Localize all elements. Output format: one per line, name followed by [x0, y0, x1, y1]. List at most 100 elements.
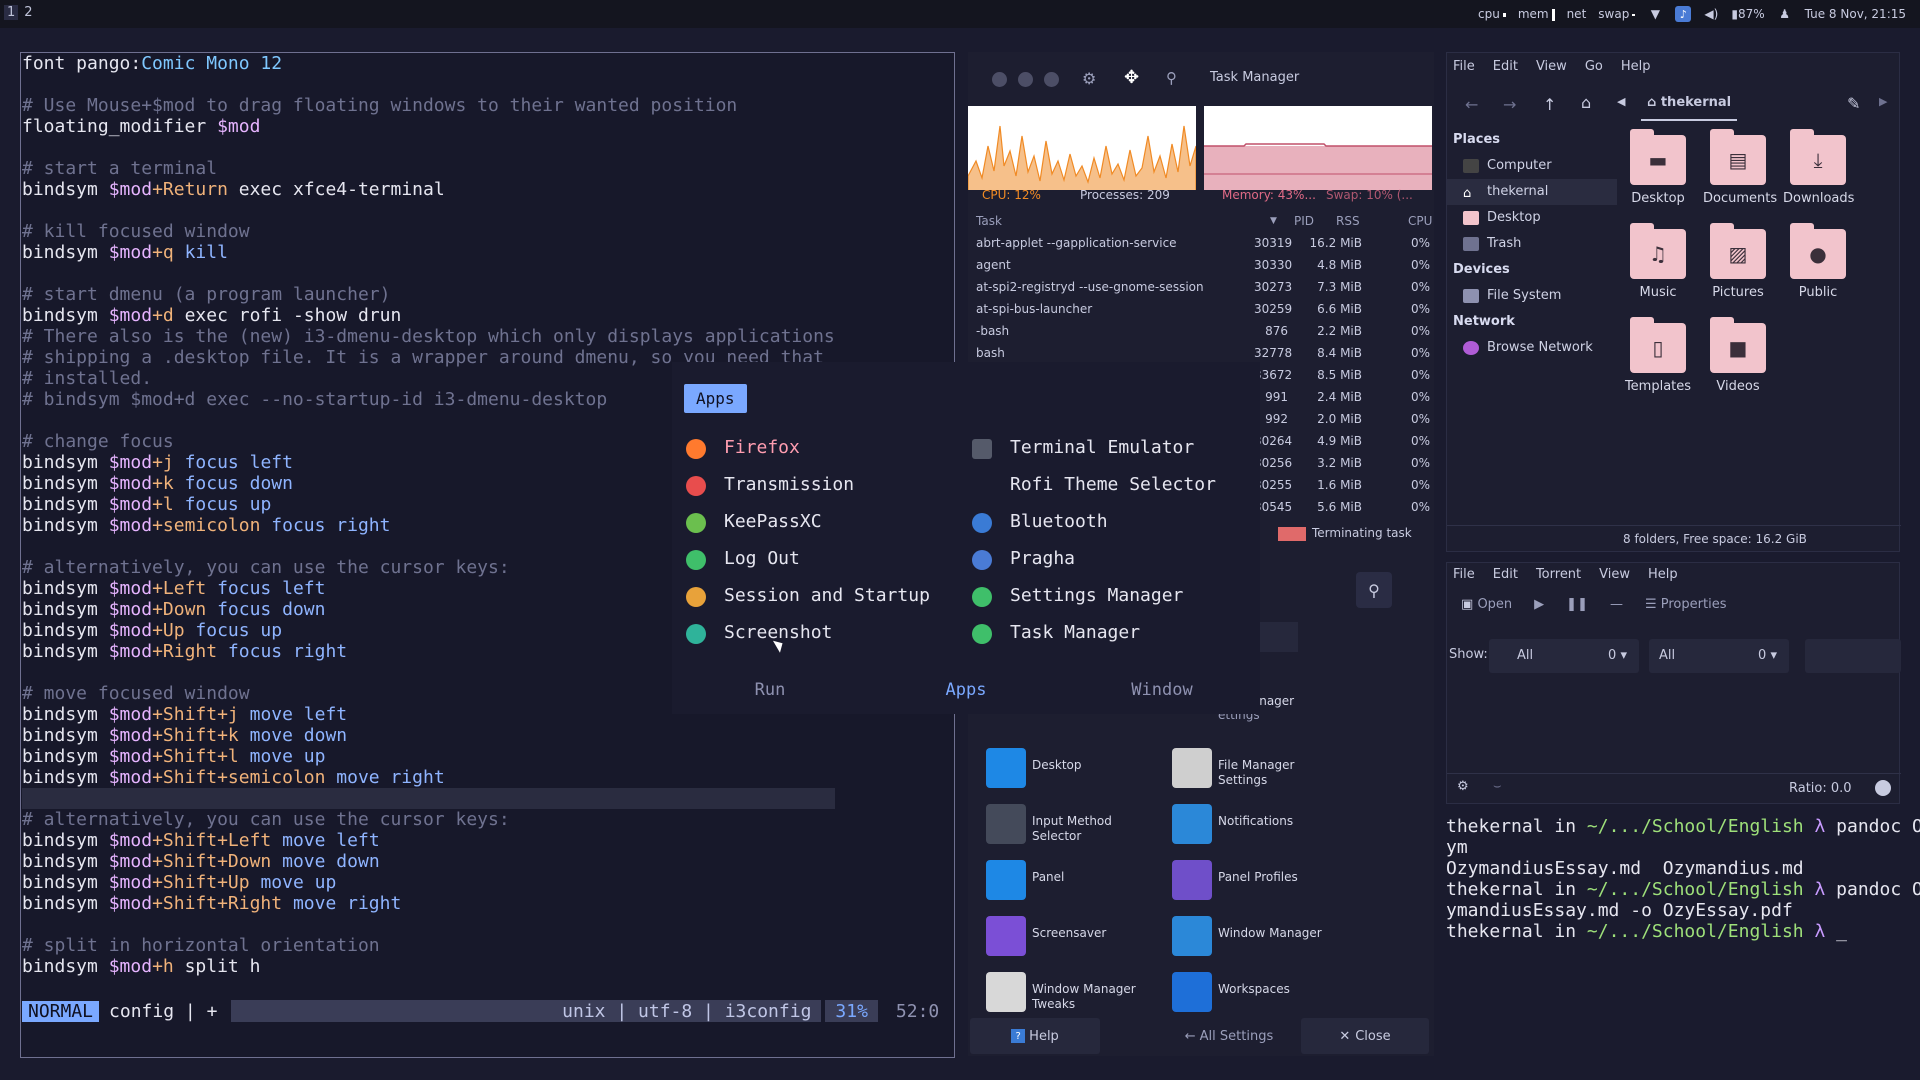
- settings-filter-field[interactable]: [1258, 622, 1298, 652]
- folder-item[interactable]: ● Public: [1783, 223, 1853, 300]
- menu-file[interactable]: File: [1453, 59, 1475, 74]
- up-icon[interactable]: ↑: [1543, 95, 1556, 114]
- setting-label[interactable]: Window Manager Tweaks: [1032, 982, 1152, 1012]
- code-line[interactable]: bindsym $mod+Shift+Down move down: [22, 851, 835, 872]
- folder-item[interactable]: ▨ Pictures: [1703, 223, 1773, 300]
- help-button[interactable]: ? Help: [970, 1018, 1100, 1054]
- activity-filter-select[interactable]: All 0 ▾: [1489, 639, 1639, 673]
- column-rss[interactable]: RSS: [1336, 210, 1360, 232]
- column-pid[interactable]: PID: [1294, 210, 1314, 232]
- code-line[interactable]: bindsym $mod+q kill: [22, 242, 835, 263]
- window-maximize-dot[interactable]: [1044, 72, 1059, 87]
- rofi-entry[interactable]: Firefox: [686, 434, 800, 462]
- code-line[interactable]: bindsym $mod+Shift+l move up: [22, 746, 835, 767]
- all-settings-button[interactable]: ← All Settings: [1164, 1018, 1294, 1054]
- rofi-entry[interactable]: Session and Startup: [686, 582, 930, 610]
- back-icon[interactable]: ←: [1465, 95, 1478, 114]
- play-icon[interactable]: ▶: [1534, 597, 1544, 612]
- process-row[interactable]: at-spi2-registryd --use-gnome-session 302…: [968, 276, 1434, 298]
- shell-terminal[interactable]: thekernal in ~/.../School/English λ pand…: [1446, 816, 1920, 1056]
- menu-file[interactable]: File: [1453, 567, 1475, 582]
- folder-item[interactable]: ■ Videos: [1703, 317, 1773, 394]
- code-line[interactable]: # start a terminal: [22, 158, 835, 179]
- setting-icon[interactable]: [986, 804, 1026, 844]
- code-line[interactable]: [22, 74, 835, 95]
- window-minimize-dot[interactable]: [1018, 72, 1033, 87]
- sort-arrow-icon[interactable]: ▼: [1270, 210, 1277, 232]
- setting-icon[interactable]: [986, 748, 1026, 788]
- code-line[interactable]: bindsym $mod+Shift+k move down: [22, 725, 835, 746]
- setting-icon[interactable]: [1172, 972, 1212, 1012]
- workspace-2[interactable]: 2: [24, 5, 32, 20]
- menu-help[interactable]: Help: [1621, 59, 1651, 74]
- ratio-icon[interactable]: [1875, 780, 1891, 796]
- code-line[interactable]: bindsym $mod+Shift+Up move up: [22, 872, 835, 893]
- mode-window[interactable]: Window: [1064, 680, 1260, 700]
- setting-icon[interactable]: [986, 916, 1026, 956]
- code-line[interactable]: # split in horizontal orientation: [22, 935, 835, 956]
- open-button[interactable]: ▣ Open: [1461, 597, 1512, 612]
- volume-icon[interactable]: ◀): [1703, 6, 1719, 22]
- home-icon[interactable]: ⌂: [1581, 93, 1591, 112]
- code-line[interactable]: bindsym $mod+d exec rofi -show drun: [22, 305, 835, 326]
- code-line[interactable]: bindsym $mod+Shift+semicolon move right: [22, 767, 835, 788]
- crosshair-icon[interactable]: ✥: [1124, 67, 1139, 88]
- network-browse[interactable]: Browse Network: [1447, 335, 1617, 361]
- code-line[interactable]: [22, 788, 835, 809]
- setting-icon[interactable]: [1172, 860, 1212, 900]
- place-computer[interactable]: Computer: [1447, 153, 1617, 179]
- rofi-entry[interactable]: Pragha: [972, 545, 1075, 573]
- process-row[interactable]: abrt-applet --gapplication-service 30319 1…: [968, 232, 1434, 254]
- search-icon[interactable]: ⚲: [1166, 69, 1177, 87]
- code-line[interactable]: [22, 914, 835, 935]
- menu-edit[interactable]: Edit: [1493, 567, 1518, 582]
- pause-icon[interactable]: ❚❚: [1566, 597, 1588, 612]
- setting-label[interactable]: File Manager Settings: [1218, 758, 1338, 788]
- rofi-entry[interactable]: Rofi Theme Selector: [972, 471, 1216, 499]
- path-button-home[interactable]: ⌂ thekernal: [1641, 91, 1738, 121]
- rofi-entry[interactable]: Settings Manager: [972, 582, 1183, 610]
- mode-apps[interactable]: Apps: [868, 680, 1064, 700]
- setting-label[interactable]: Screensaver: [1032, 926, 1152, 941]
- menu-torrent[interactable]: Torrent: [1536, 567, 1581, 582]
- code-line[interactable]: [22, 137, 835, 158]
- setting-label[interactable]: Panel Profiles: [1218, 870, 1338, 885]
- close-button[interactable]: ✕ Close: [1301, 1018, 1429, 1054]
- forward-icon[interactable]: →: [1503, 95, 1516, 114]
- folder-item[interactable]: ⤓ Downloads: [1783, 129, 1854, 206]
- gear-icon[interactable]: ⚙: [1082, 69, 1096, 88]
- clock[interactable]: Tue 8 Nov, 21:15: [1805, 7, 1906, 21]
- setting-icon[interactable]: [1172, 748, 1212, 788]
- workspace-1[interactable]: 1: [4, 5, 19, 20]
- window-close-dot[interactable]: [992, 72, 1007, 87]
- tracker-filter-select[interactable]: All 0 ▾: [1649, 639, 1789, 673]
- code-line[interactable]: [22, 200, 835, 221]
- gear-icon[interactable]: ⚙: [1457, 779, 1469, 794]
- setting-label[interactable]: Workspaces: [1218, 982, 1338, 997]
- path-left-icon[interactable]: ◀: [1617, 95, 1625, 108]
- menu-edit[interactable]: Edit: [1493, 59, 1518, 74]
- rofi-entry[interactable]: Bluetooth: [972, 508, 1108, 536]
- folder-item[interactable]: ▬ Desktop: [1623, 129, 1693, 206]
- setting-icon[interactable]: [1172, 916, 1212, 956]
- process-row[interactable]: at-spi-bus-launcher 30259 6.6 MiB 0%: [968, 298, 1434, 320]
- speed-icon[interactable]: ⌣: [1493, 779, 1502, 794]
- rofi-entry[interactable]: Task Manager: [972, 619, 1140, 647]
- code-line[interactable]: floating_modifier $mod: [22, 116, 835, 137]
- code-line[interactable]: # alternatively, you can use the cursor …: [22, 809, 835, 830]
- file-manager-window[interactable]: File Edit View Go Help ← → ↑ ⌂ ◀ ⌂ theke…: [1446, 52, 1901, 552]
- mode-run[interactable]: Run: [672, 680, 868, 700]
- process-row[interactable]: bash 32778 8.4 MiB 0%: [968, 342, 1434, 364]
- folder-item[interactable]: ♫ Music: [1623, 223, 1693, 300]
- process-row[interactable]: -bash 876 2.2 MiB 0%: [968, 320, 1434, 342]
- code-line[interactable]: # kill focused window: [22, 221, 835, 242]
- code-line[interactable]: bindsym $mod+h split h: [22, 956, 835, 977]
- code-line[interactable]: # There also is the (new) i3-dmenu-deskt…: [22, 326, 835, 347]
- rofi-launcher[interactable]: Apps Firefox Transmission KeePassXC Log Out…: [672, 362, 1260, 714]
- setting-label[interactable]: Window Manager: [1218, 926, 1338, 941]
- menu-view[interactable]: View: [1536, 59, 1567, 74]
- properties-button[interactable]: ☰ Properties: [1645, 597, 1727, 612]
- place-home[interactable]: ⌂ thekernal: [1447, 179, 1617, 205]
- device-filesystem[interactable]: File System: [1447, 283, 1617, 309]
- remove-icon[interactable]: —: [1610, 597, 1623, 612]
